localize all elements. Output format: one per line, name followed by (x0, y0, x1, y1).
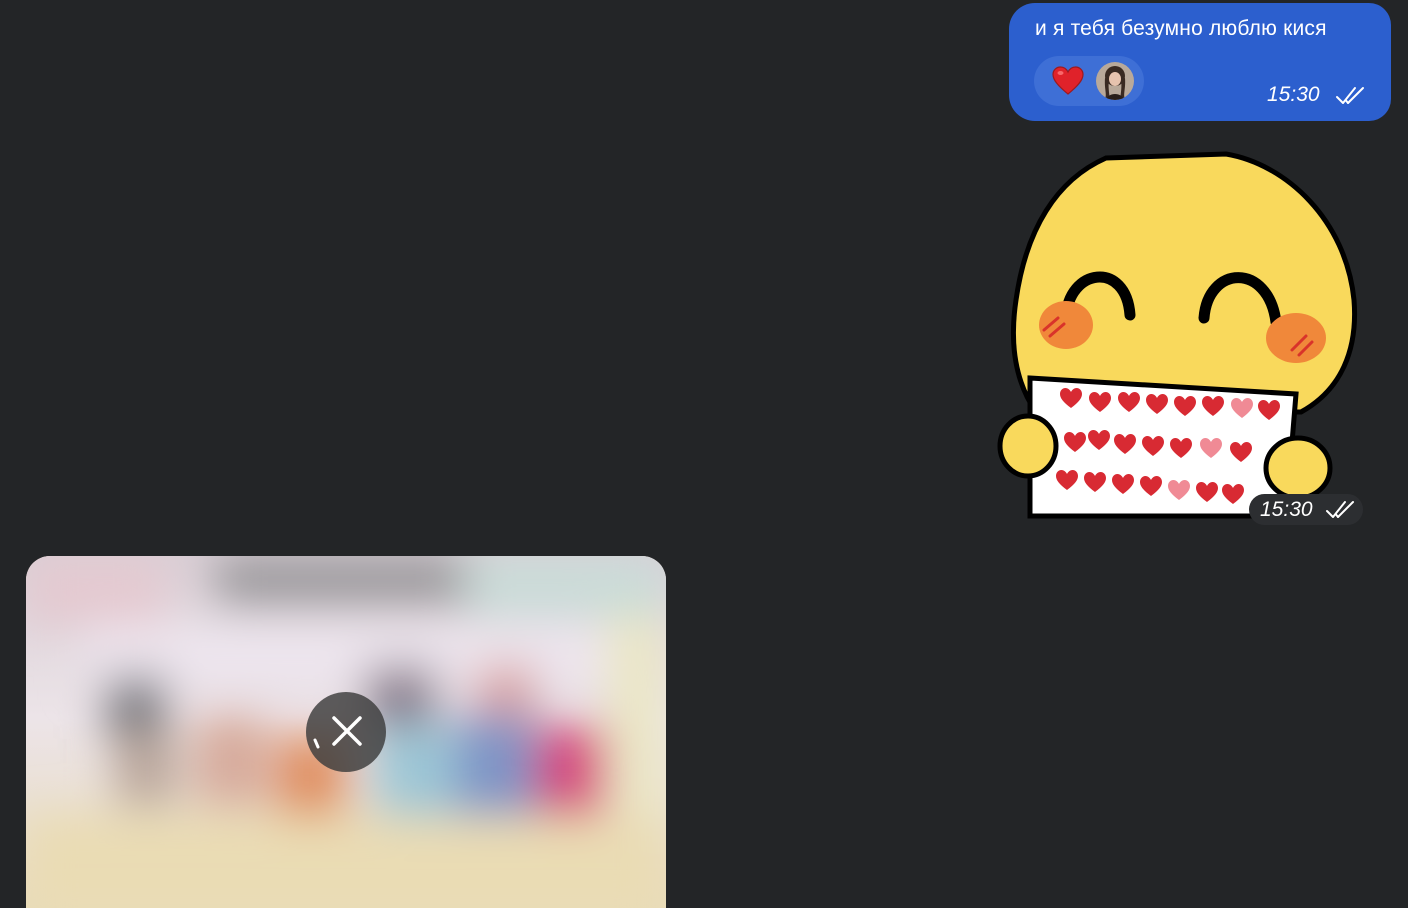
message-text: и я тебя безумно люблю кися (1035, 17, 1327, 40)
sticker-time-badge: 15:30 (1249, 494, 1363, 525)
outgoing-message-bubble[interactable]: и я тебя безумно люблю кися 15:30 (1009, 3, 1391, 121)
red-heart-icon (1052, 66, 1084, 95)
chat-view: и я тебя безумно люблю кися 15:30 15:30 (0, 0, 1408, 908)
cancel-download-icon (313, 716, 362, 749)
cancel-download-button[interactable] (306, 692, 386, 772)
message-time: 15:30 (1267, 83, 1320, 106)
blushing-emoji-holding-heart-letter-sticker[interactable] (996, 150, 1358, 522)
reaction-pill[interactable] (1034, 56, 1144, 106)
media-preview[interactable] (26, 556, 666, 908)
sticker-time: 15:30 (1260, 498, 1313, 521)
double-check-icon (1336, 87, 1364, 104)
avatar[interactable] (1096, 62, 1134, 100)
double-check-icon (1326, 501, 1354, 518)
